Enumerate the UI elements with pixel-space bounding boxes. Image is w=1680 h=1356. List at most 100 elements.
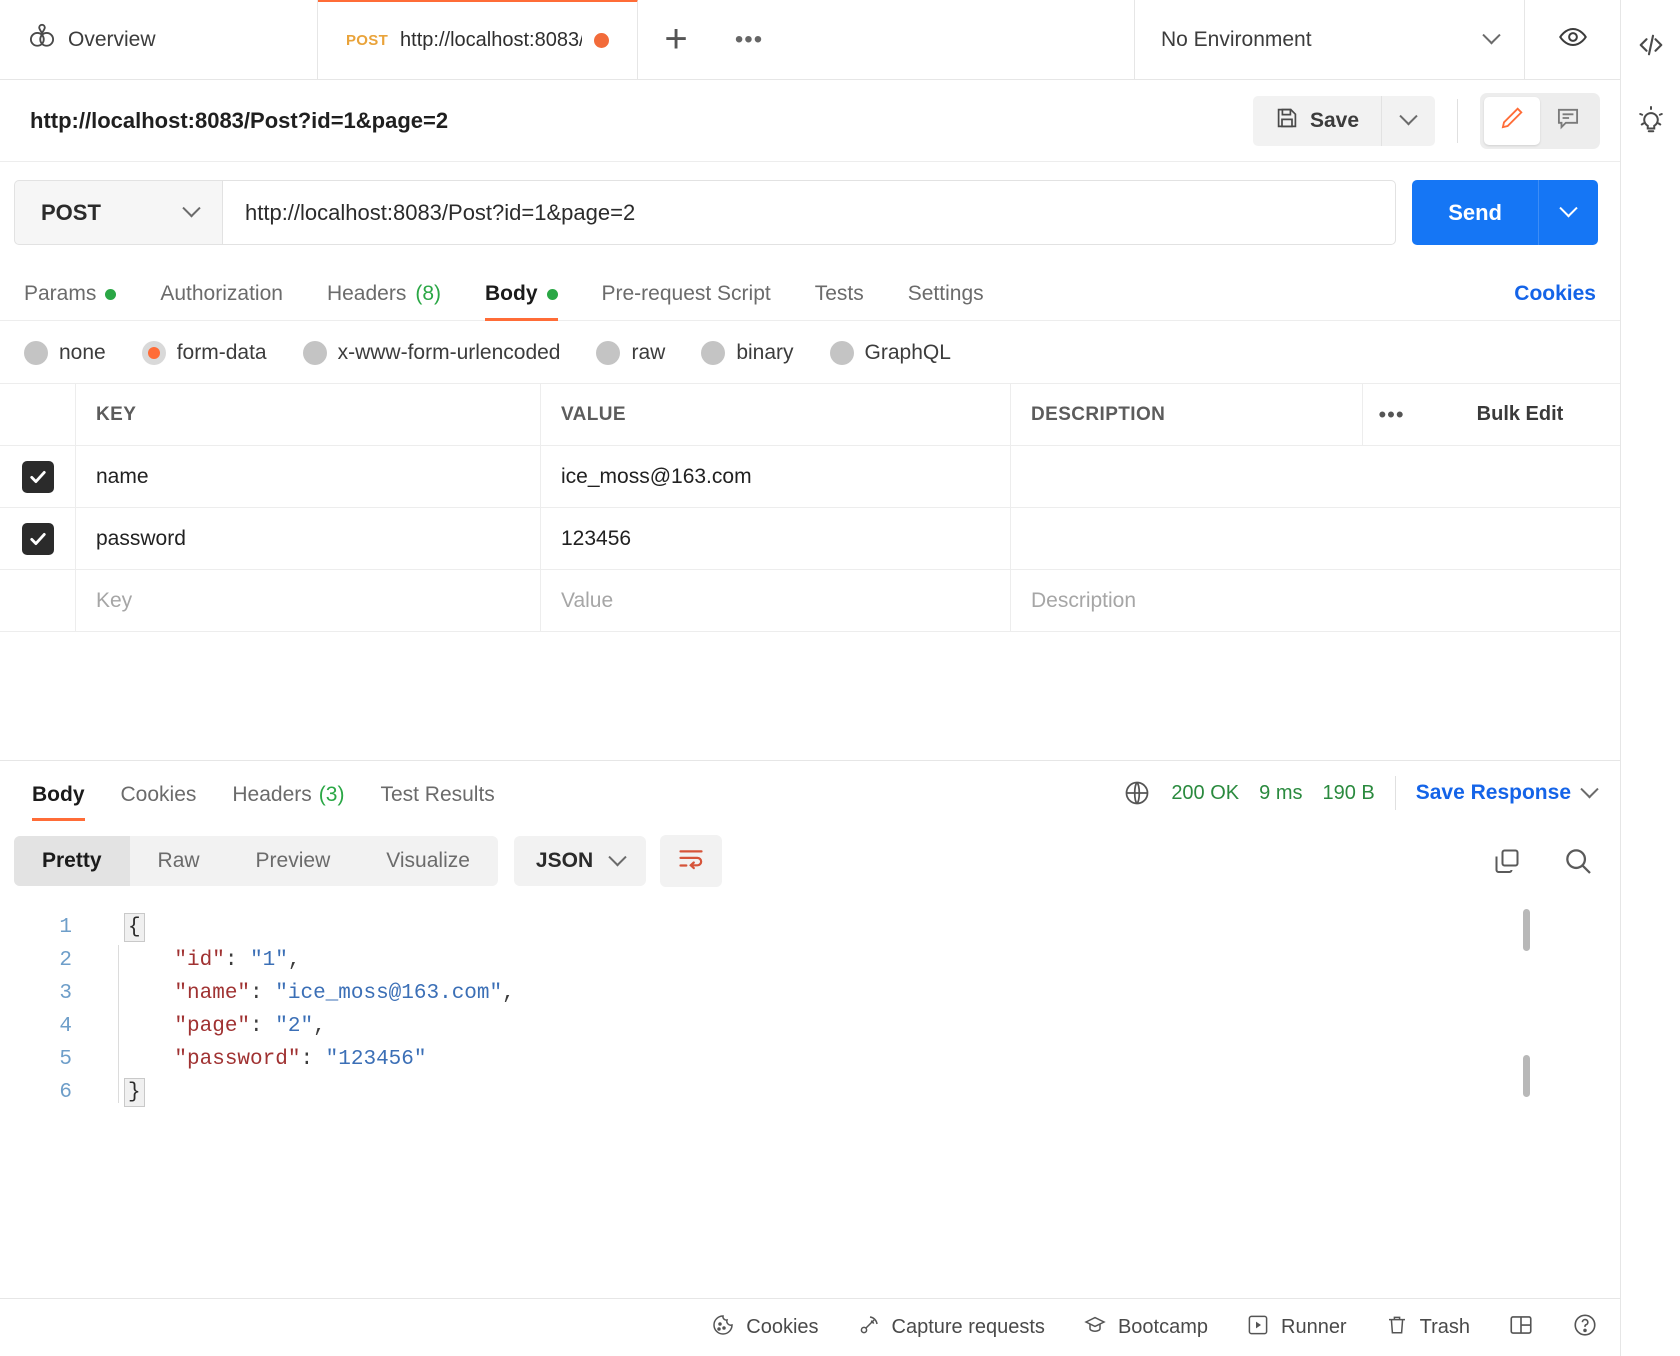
code-line: 6}	[0, 1076, 1620, 1109]
body-mode-x-www-form-urlencoded[interactable]: x-www-form-urlencoded	[303, 341, 561, 365]
save-options-button[interactable]	[1381, 96, 1435, 146]
line-number: 5	[0, 1043, 90, 1076]
table-options-button[interactable]: •••	[1362, 384, 1420, 445]
new-tab-button[interactable]: +	[638, 0, 714, 79]
table-row: password 123456	[0, 508, 1620, 570]
footer-trash-button[interactable]: Trash	[1385, 1313, 1470, 1343]
tab-settings[interactable]: Settings	[908, 282, 984, 320]
view-mode-pretty[interactable]: Pretty	[14, 836, 130, 886]
code-snippet-button[interactable]	[1636, 30, 1666, 65]
view-mode-visualize[interactable]: Visualize	[358, 836, 498, 886]
tab-options-button[interactable]: •••	[714, 0, 784, 79]
response-tab-cookies[interactable]: Cookies	[121, 765, 197, 821]
code-token: "password"	[174, 1048, 300, 1071]
response-meta: 200 OK 9 ms 190 B Save Response	[1123, 776, 1596, 810]
view-mode-raw[interactable]: Raw	[130, 836, 228, 886]
code-line: 2 "id": "1",	[0, 944, 1620, 977]
code-line: 3 "name": "ice_moss@163.com",	[0, 977, 1620, 1010]
help-button[interactable]	[1572, 1312, 1598, 1344]
save-response-button[interactable]: Save Response	[1416, 781, 1596, 805]
row-value[interactable]: 123456	[541, 508, 1011, 569]
tab-label: Params	[24, 282, 96, 306]
globe-icon	[1123, 779, 1151, 807]
body-mode-none[interactable]: none	[24, 341, 106, 365]
footer-capture-requests-button[interactable]: Capture requests	[857, 1313, 1045, 1343]
new-description-input[interactable]: Description	[1011, 570, 1620, 631]
code-token: "id"	[174, 949, 224, 972]
environment-quick-look-button[interactable]	[1525, 0, 1620, 79]
code-token	[124, 982, 174, 1005]
row-description[interactable]	[1011, 446, 1620, 507]
layout-toggle-button[interactable]	[1508, 1312, 1534, 1344]
tab-request-active[interactable]: POST http://localhost:8083/	[318, 0, 638, 79]
tab-overview[interactable]: Overview	[0, 0, 318, 79]
response-tab-test-results[interactable]: Test Results	[380, 765, 494, 821]
row-value[interactable]: ice_moss@163.com	[541, 446, 1011, 507]
environment-selector[interactable]: No Environment	[1135, 0, 1525, 79]
send-options-button[interactable]	[1538, 180, 1598, 245]
tab-params[interactable]: Params	[24, 282, 116, 320]
row-key[interactable]: password	[76, 508, 541, 569]
tab-body[interactable]: Body	[485, 282, 558, 320]
wrap-lines-button[interactable]	[660, 835, 722, 887]
tab-pre-request-script[interactable]: Pre-request Script	[602, 282, 771, 320]
tab-authorization[interactable]: Authorization	[160, 282, 283, 320]
body-mode-label: x-www-form-urlencoded	[338, 341, 561, 365]
comments-bulb-button[interactable]	[1636, 105, 1666, 140]
row-description[interactable]	[1011, 508, 1620, 569]
body-mode-label: form-data	[177, 341, 267, 365]
code-lines: 1{2 "id": "1",3 "name": "ice_moss@163.co…	[0, 911, 1620, 1109]
response-tab-headers[interactable]: Headers (3)	[232, 765, 344, 821]
code-token: "2"	[275, 1015, 313, 1038]
url-input[interactable]	[222, 180, 1396, 245]
tab-bar: Overview POST http://localhost:8083/ + •…	[0, 0, 1620, 80]
response-tab-label: Test Results	[380, 783, 494, 807]
copy-button[interactable]	[1492, 846, 1522, 876]
scrollbar-thumb-top[interactable]	[1523, 909, 1530, 951]
response-format-selector[interactable]: JSON	[514, 836, 646, 886]
body-mode-graphql[interactable]: GraphQL	[830, 341, 951, 365]
body-mode-form-data[interactable]: form-data	[142, 341, 267, 365]
edit-mode-button[interactable]	[1484, 97, 1540, 145]
code-token: "name"	[174, 982, 250, 1005]
code-line: 4 "page": "2",	[0, 1010, 1620, 1043]
code-token	[124, 1015, 174, 1038]
checkbox-checked-icon[interactable]	[22, 461, 54, 493]
view-mode-preview[interactable]: Preview	[228, 836, 359, 886]
code-line: 5 "password": "123456"	[0, 1043, 1620, 1076]
cookies-link[interactable]: Cookies	[1514, 282, 1596, 320]
header-key: KEY	[76, 384, 541, 445]
response-tab-body[interactable]: Body	[32, 765, 85, 821]
footer-bootcamp-button[interactable]: Bootcamp	[1083, 1313, 1208, 1343]
tab-tests[interactable]: Tests	[815, 282, 864, 320]
code-text: "name": "ice_moss@163.com",	[124, 977, 515, 1010]
response-section: Body Cookies Headers (3) Test Results 20…	[0, 760, 1620, 1298]
response-body-viewer[interactable]: 1{2 "id": "1",3 "name": "ice_moss@163.co…	[0, 899, 1620, 1298]
http-method-selector[interactable]: POST	[14, 180, 222, 245]
line-number: 3	[0, 977, 90, 1010]
checkbox-checked-icon[interactable]	[22, 523, 54, 555]
comment-mode-button[interactable]	[1540, 97, 1596, 145]
lightbulb-icon	[1636, 105, 1666, 140]
footer-cookies-button[interactable]: Cookies	[711, 1313, 818, 1343]
comment-icon	[1555, 105, 1581, 136]
new-value-input[interactable]: Value	[541, 570, 1011, 631]
body-mode-binary[interactable]: binary	[701, 341, 793, 365]
tab-headers[interactable]: Headers (8)	[327, 282, 441, 320]
body-mode-raw[interactable]: raw	[596, 341, 665, 365]
http-method-label: POST	[41, 200, 101, 226]
code-token: ,	[313, 1015, 326, 1038]
row-key[interactable]: name	[76, 446, 541, 507]
new-key-input[interactable]: Key	[76, 570, 541, 631]
bulk-edit-button[interactable]: Bulk Edit	[1420, 384, 1620, 445]
scrollbar-thumb-bottom[interactable]	[1523, 1055, 1530, 1097]
tab-method-label: POST	[346, 32, 388, 49]
footer-runner-button[interactable]: Runner	[1246, 1313, 1347, 1343]
save-button[interactable]: Save	[1253, 96, 1381, 146]
send-button[interactable]: Send	[1412, 180, 1538, 245]
tab-label: Tests	[815, 282, 864, 306]
fold-gutter[interactable]	[90, 911, 124, 944]
search-button[interactable]	[1562, 845, 1594, 877]
radio-icon	[596, 341, 620, 365]
radio-icon	[701, 341, 725, 365]
